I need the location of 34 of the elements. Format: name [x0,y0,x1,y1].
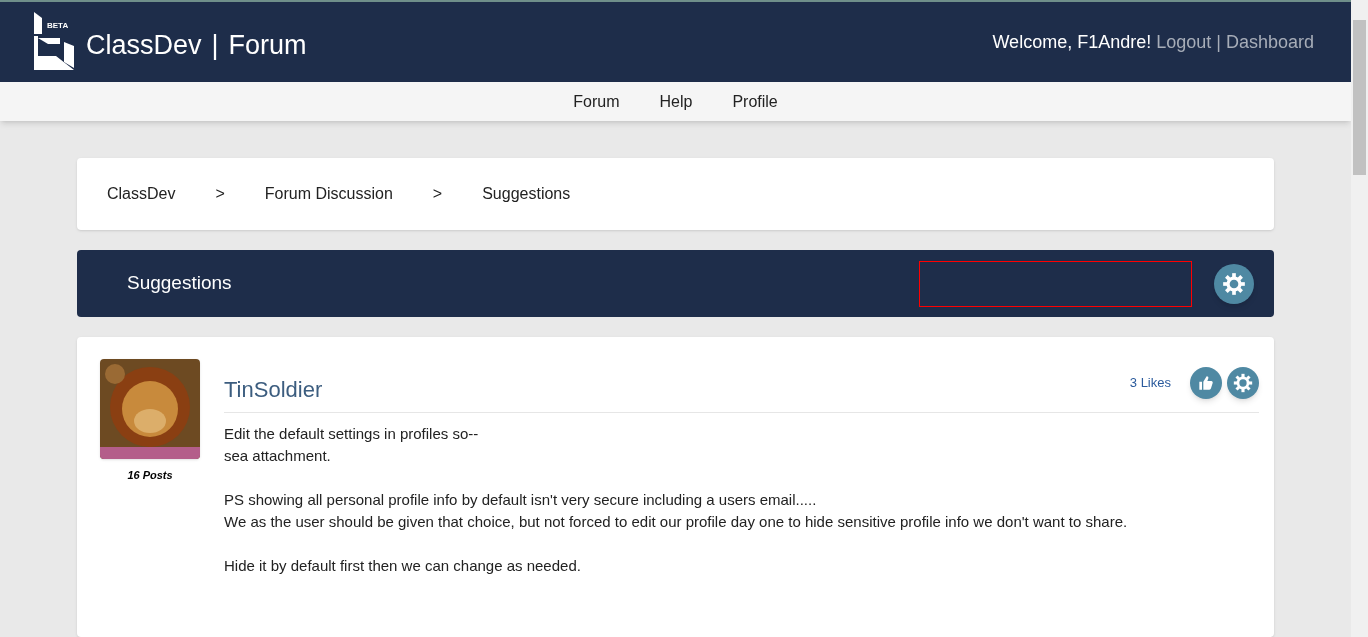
nav-link[interactable]: Profile [732,89,778,114]
brand-name: ClassDev [86,28,202,62]
post-count: 16 Posts [127,468,173,483]
title-separator: | [211,28,219,62]
author-name[interactable]: TinSoldier [224,359,323,406]
post-text: PS showing all personal profile info by default isn't very secure including a users email..... [224,490,818,510]
section-title: Forum [228,28,307,62]
logo-icon [34,36,76,73]
beta-label: BETA [47,20,69,33]
nav-link[interactable]: Help [659,89,693,114]
welcome-text: Welcome, F1Andre! [992,30,1152,54]
settings-icon [1232,371,1254,394]
post-text: Edit the default settings in profiles so-- [224,424,480,444]
category-title: Suggestions [127,271,233,296]
likes-count: 3 Likes [1129,373,1171,392]
logout-link[interactable]: Logout [1156,28,1212,56]
nav-link[interactable]: Forum [573,89,620,114]
breadcrumb-link[interactable]: ClassDev [107,182,176,206]
scrollbar-thumb[interactable] [1353,20,1366,175]
breadcrumb-link[interactable]: Suggestions [482,182,571,206]
post-text: Hide it by default first then we can change as needed. [224,556,582,576]
dashboard-link[interactable]: Dashboard [1225,28,1314,56]
settings-icon [1221,270,1247,297]
breadcrumb-link[interactable]: Forum Discussion [264,182,393,206]
settings-button[interactable] [1214,263,1254,304]
post-text: sea attachment. [224,446,332,466]
breadcrumb-separator: > [215,184,225,204]
link-separator: | [1216,30,1221,54]
post-text: We as the user should be given that choice, but not forced to edit our profile day one to hide sensitive profile info we don't want to share. [224,512,1129,532]
post-settings-button[interactable] [1227,366,1259,399]
thumbs-up-icon [1198,374,1214,391]
logo-mark-icon [34,12,42,35]
like-button[interactable] [1190,366,1222,399]
breadcrumb-separator: > [432,184,443,204]
